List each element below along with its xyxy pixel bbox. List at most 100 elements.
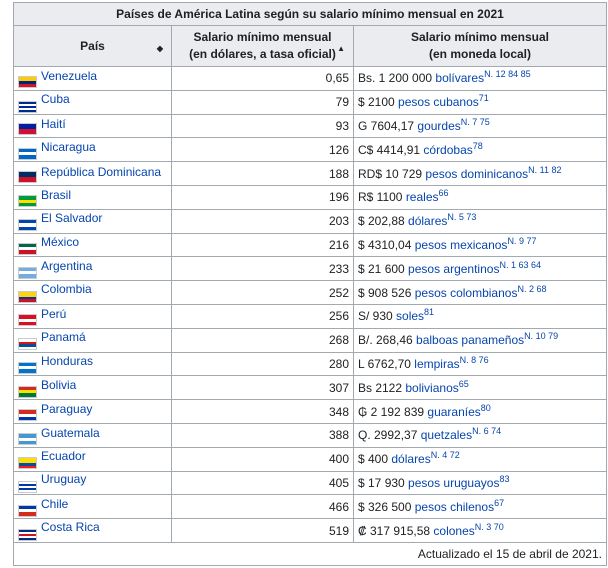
country-link[interactable]: Bolivia [41, 378, 76, 392]
flag-icon [18, 122, 37, 135]
local-wage-cell: L 6762,70 lempirasN. 8 76 [353, 351, 607, 377]
currency-link[interactable]: pesos dominicanos [425, 167, 528, 181]
local-amount: $ 21 600 [358, 261, 409, 276]
country-cell: Haití [13, 113, 172, 139]
reference-link[interactable]: 78 [473, 141, 483, 151]
currency-link[interactable]: balboas panameños [416, 333, 524, 347]
local-wage-cell: Bs. 1 200 000 bolívaresN. 12 84 85 [353, 66, 607, 91]
reference-link[interactable]: N. 4 72 [431, 450, 460, 460]
reference-link[interactable]: N. 7 75 [461, 117, 490, 127]
usd-wage-cell: 348 [171, 399, 354, 424]
country-cell: El Salvador [13, 208, 172, 234]
country-link[interactable]: Nicaragua [41, 140, 96, 154]
currency-link[interactable]: guaraníes [427, 405, 480, 419]
country-link[interactable]: Perú [41, 307, 66, 321]
flag-icon [18, 385, 37, 398]
table-row: Costa Rica 519 ₡ 317 915,58 colonesN. 3 70 [13, 518, 607, 543]
flag-icon [18, 433, 37, 446]
country-link[interactable]: Guatemala [41, 426, 100, 440]
reference-link[interactable]: 83 [499, 474, 509, 484]
country-link[interactable]: Uruguay [41, 472, 86, 486]
usd-wage-cell: 280 [171, 351, 354, 377]
local-amount: $ 400 [358, 452, 392, 467]
reference-link[interactable]: 65 [459, 379, 469, 389]
currency-link[interactable]: córdobas [423, 143, 472, 157]
reference-link[interactable]: N. 10 79 [524, 331, 558, 341]
country-link[interactable]: República Dominicana [41, 165, 161, 179]
country-cell: Ecuador [13, 446, 172, 472]
local-wage-cell: S/ 930 soles81 [353, 303, 607, 329]
currency-link[interactable]: bolivianos [405, 381, 458, 395]
currency-link[interactable]: pesos cubanos [398, 95, 479, 109]
currency-link[interactable]: colones [433, 524, 474, 538]
country-link[interactable]: El Salvador [41, 211, 102, 225]
currency-link[interactable]: pesos chilenos [415, 500, 494, 514]
country-cell: Uruguay [13, 470, 172, 496]
currency-link[interactable]: pesos mexicanos [415, 238, 508, 252]
country-link[interactable]: Paraguay [41, 402, 92, 416]
country-link[interactable]: Honduras [41, 354, 93, 368]
table-row: Brasil 196 R$ 1100 reales66 [13, 184, 607, 210]
reference-link[interactable]: N. 2 68 [517, 284, 546, 294]
local-wage-cell: $ 908 526 pesos colombianosN. 2 68 [353, 280, 607, 305]
currency-link[interactable]: lempiras [414, 357, 459, 371]
reference-link[interactable]: N. 11 82 [528, 165, 561, 175]
country-link[interactable]: México [41, 235, 79, 249]
sort-icon[interactable]: ◆ [157, 40, 163, 57]
table-row: Perú 256 S/ 930 soles81 [13, 303, 607, 329]
currency-link[interactable]: soles [396, 309, 424, 323]
reference-link[interactable]: N. 1 63 64 [499, 260, 541, 270]
local-wage-cell: ₡ 317 915,58 colonesN. 3 70 [353, 518, 607, 543]
header-usd[interactable]: Salario mínimo mensual (en dólares, a ta… [171, 25, 354, 67]
country-link[interactable]: Panamá [41, 330, 86, 344]
reference-link[interactable]: N. 8 76 [460, 355, 489, 365]
reference-link[interactable]: N. 3 70 [475, 522, 504, 532]
local-amount: $ 908 526 [358, 285, 415, 300]
country-link[interactable]: Cuba [41, 92, 70, 106]
currency-link[interactable]: gourdes [417, 119, 460, 133]
country-link[interactable]: Argentina [41, 259, 92, 273]
currency-link[interactable]: bolívares [435, 71, 484, 85]
reference-link[interactable]: 67 [494, 498, 504, 508]
usd-wage-cell: 79 [171, 89, 354, 115]
currency-link[interactable]: dólares [408, 214, 447, 228]
country-link[interactable]: Ecuador [41, 449, 86, 463]
country-link[interactable]: Haití [41, 117, 66, 131]
country-cell: Honduras [13, 351, 172, 377]
table-row: Haití 93 G 7604,17 gourdesN. 7 75 [13, 113, 607, 139]
currency-link[interactable]: quetzales [421, 428, 472, 442]
sort-ascending-icon[interactable]: ▲ [337, 40, 345, 57]
flag-icon [18, 242, 37, 255]
country-link[interactable]: Venezuela [41, 69, 97, 83]
local-amount: $ 17 930 [358, 475, 409, 490]
currency-link[interactable]: pesos colombianos [415, 286, 518, 300]
country-link[interactable]: Brasil [41, 188, 71, 202]
currency-link[interactable]: dólares [391, 452, 430, 466]
table-row: Chile 466 $ 326 500 pesos chilenos67 [13, 494, 607, 520]
reference-link[interactable]: 71 [479, 93, 489, 103]
flag-icon [18, 481, 37, 494]
table-row: Cuba 79 $ 2100 pesos cubanos71 [13, 89, 607, 115]
header-local-line1: Salario mínimo mensual [410, 30, 550, 44]
flag-icon [18, 76, 37, 89]
local-wage-cell: Bs 2122 bolivianos65 [353, 375, 607, 401]
country-link[interactable]: Costa Rica [41, 520, 100, 534]
reference-link[interactable]: 80 [481, 403, 491, 413]
currency-link[interactable]: pesos argentinos [408, 262, 499, 276]
currency-link[interactable]: pesos uruguayos [408, 476, 499, 490]
country-cell: Nicaragua [13, 137, 172, 163]
reference-link[interactable]: N. 5 73 [447, 212, 476, 222]
country-link[interactable]: Colombia [41, 282, 92, 296]
currency-link[interactable]: reales [406, 190, 439, 204]
reference-link[interactable]: N. 6 74 [472, 426, 501, 436]
flag-icon [18, 338, 37, 351]
reference-link[interactable]: N. 9 77 [507, 236, 536, 246]
country-link[interactable]: Chile [41, 497, 68, 511]
header-country[interactable]: País ◆ [13, 25, 172, 67]
reference-link[interactable]: 81 [424, 307, 434, 317]
reference-link[interactable]: 66 [439, 188, 449, 198]
country-cell: Guatemala [13, 422, 172, 448]
local-wage-cell: ₲ 2 192 839 guaraníes80 [353, 399, 607, 424]
reference-link[interactable]: N. 12 84 85 [484, 69, 531, 79]
local-amount: S/ 930 [358, 309, 397, 324]
